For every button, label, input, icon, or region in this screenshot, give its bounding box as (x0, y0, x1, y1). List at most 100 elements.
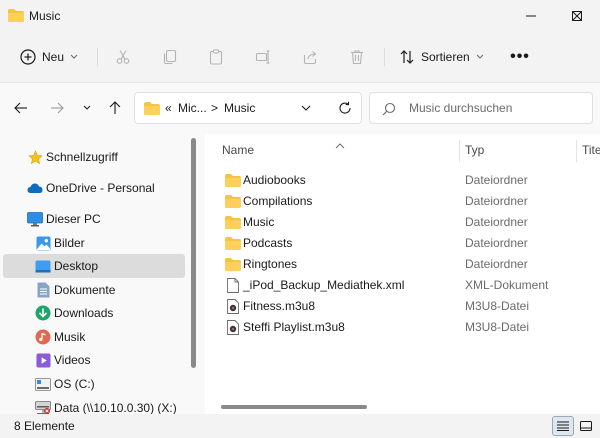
file-icon (225, 277, 241, 293)
table-row[interactable]: Audiobooks Dateiordner (205, 169, 600, 190)
up-button[interactable] (104, 97, 126, 119)
chevron-down-icon (83, 105, 91, 110)
file-name: Fitness.m3u8 (243, 299, 316, 313)
sidebar-item-label: OS (C:) (54, 377, 95, 391)
folder-icon (8, 9, 24, 25)
sidebar-item-label: OneDrive - Personal (46, 181, 155, 195)
paste-button[interactable] (204, 45, 228, 69)
sidebar-item-musik[interactable]: Musik (3, 325, 185, 349)
cloud-icon (27, 180, 43, 196)
search-placeholder: Music durchsuchen (409, 101, 513, 115)
search-icon (382, 102, 396, 119)
horizontal-scrollbar[interactable] (221, 405, 367, 409)
sidebar-item-label: Dieser PC (46, 212, 101, 226)
file-name: Podcasts (243, 236, 293, 250)
pictures-icon (35, 235, 51, 251)
share-icon (303, 51, 317, 65)
window-title: Music (29, 9, 61, 23)
column-divider[interactable] (576, 140, 577, 162)
trash-icon (351, 50, 363, 65)
search-input[interactable]: Music durchsuchen (369, 92, 593, 124)
file-type: XML-Dokument (465, 278, 549, 292)
sidebar-item-desktop[interactable]: Desktop (3, 254, 185, 278)
column-header-type[interactable]: Typ (465, 143, 484, 157)
folder-icon (225, 214, 241, 230)
folder-icon (225, 235, 241, 251)
breadcrumb-separator[interactable]: > (211, 101, 218, 115)
table-row[interactable]: Compilations Dateiordner (205, 190, 600, 211)
breadcrumb-segment[interactable]: Music (224, 101, 255, 115)
sidebar-item-dieser-pc[interactable]: Dieser PC (3, 207, 185, 231)
minimize-button-slot (462, 0, 508, 32)
command-bar: Neu Sortieren ••• (0, 32, 600, 82)
table-row[interactable]: Ringtones Dateiordner (205, 253, 600, 274)
table-row[interactable]: _iPod_Backup_Mediathek.xml XML-Dokument (205, 274, 600, 295)
videos-icon (35, 352, 51, 368)
minimize-button-real[interactable] (508, 0, 554, 32)
monitor-icon (27, 211, 43, 227)
sidebar-item-downloads[interactable]: Downloads (3, 301, 185, 325)
sidebar-item-dokumente[interactable]: Dokumente (3, 278, 185, 302)
table-row[interactable]: Fitness.m3u8 M3U8-Datei (205, 295, 600, 316)
refresh-button[interactable] (334, 97, 356, 119)
file-type: M3U8-Datei (465, 299, 530, 313)
breadcrumb-segment[interactable]: Mic... (178, 101, 207, 115)
close-icon (572, 11, 582, 21)
music-icon (35, 329, 51, 345)
rename-button[interactable] (251, 45, 275, 69)
file-name: Steffi Playlist.m3u8 (243, 320, 345, 334)
playlist-file-icon (225, 319, 241, 335)
address-history-button[interactable] (301, 102, 311, 116)
new-button[interactable]: Neu (10, 42, 88, 72)
playlist-file-icon (225, 298, 241, 314)
folder-icon (225, 193, 241, 209)
recent-locations-button[interactable] (76, 97, 98, 119)
breadcrumb-overflow[interactable]: « (165, 101, 172, 115)
sidebar-item-bilder[interactable]: Bilder (3, 231, 185, 255)
close-button[interactable] (554, 0, 600, 32)
sort-icon (400, 50, 414, 64)
sidebar-item-label: Schnellzugriff (46, 150, 118, 164)
sidebar-item-videos[interactable]: Videos (3, 348, 185, 372)
star-icon (27, 149, 43, 165)
table-row[interactable]: Music Dateiordner (205, 211, 600, 232)
sidebar-item-os-c[interactable]: OS (C:) (3, 372, 185, 396)
arrow-right-icon (51, 102, 64, 114)
column-divider[interactable] (459, 140, 460, 162)
tiles-view-button[interactable] (575, 416, 597, 436)
file-name: Compilations (243, 194, 313, 208)
share-button[interactable] (298, 45, 322, 69)
sort-button[interactable]: Sortieren (395, 42, 491, 72)
sidebar-item-label: Musik (54, 330, 86, 344)
rename-icon (255, 50, 270, 64)
file-type: Dateiordner (465, 257, 528, 271)
forward-button[interactable] (46, 97, 68, 119)
file-type: Dateiordner (465, 236, 528, 250)
table-row[interactable]: Podcasts Dateiordner (205, 232, 600, 253)
delete-button[interactable] (345, 45, 369, 69)
details-view-icon (557, 421, 569, 431)
cut-button[interactable] (111, 45, 135, 69)
sidebar-item-schnellzugriff[interactable]: Schnellzugriff (3, 145, 185, 169)
address-bar[interactable]: « Mic... > Music (134, 92, 362, 124)
desktop-icon (35, 258, 51, 274)
more-options-button[interactable]: ••• (508, 45, 532, 69)
sidebar-item-label: Videos (54, 353, 91, 367)
sidebar-scrollbar[interactable] (191, 138, 196, 368)
folder-icon (225, 172, 241, 188)
copy-button[interactable] (158, 45, 182, 69)
table-row[interactable]: Steffi Playlist.m3u8 M3U8-Datei (205, 316, 600, 337)
column-header-title[interactable]: Tite (582, 143, 600, 157)
column-header-name[interactable]: Name (222, 143, 254, 157)
file-type: Dateiordner (465, 173, 528, 187)
file-name: Ringtones (243, 257, 298, 271)
folder-icon (144, 102, 160, 118)
back-button[interactable] (10, 97, 32, 119)
sort-button-label: Sortieren (421, 50, 470, 64)
documents-icon (35, 282, 51, 298)
sidebar-item-label: Data (\\10.10.0.30) (X:) (54, 401, 177, 415)
sidebar-item-onedrive[interactable]: OneDrive - Personal (3, 176, 185, 200)
file-type: Dateiordner (465, 215, 528, 229)
details-view-button[interactable] (552, 416, 574, 436)
file-name: _iPod_Backup_Mediathek.xml (243, 278, 405, 292)
